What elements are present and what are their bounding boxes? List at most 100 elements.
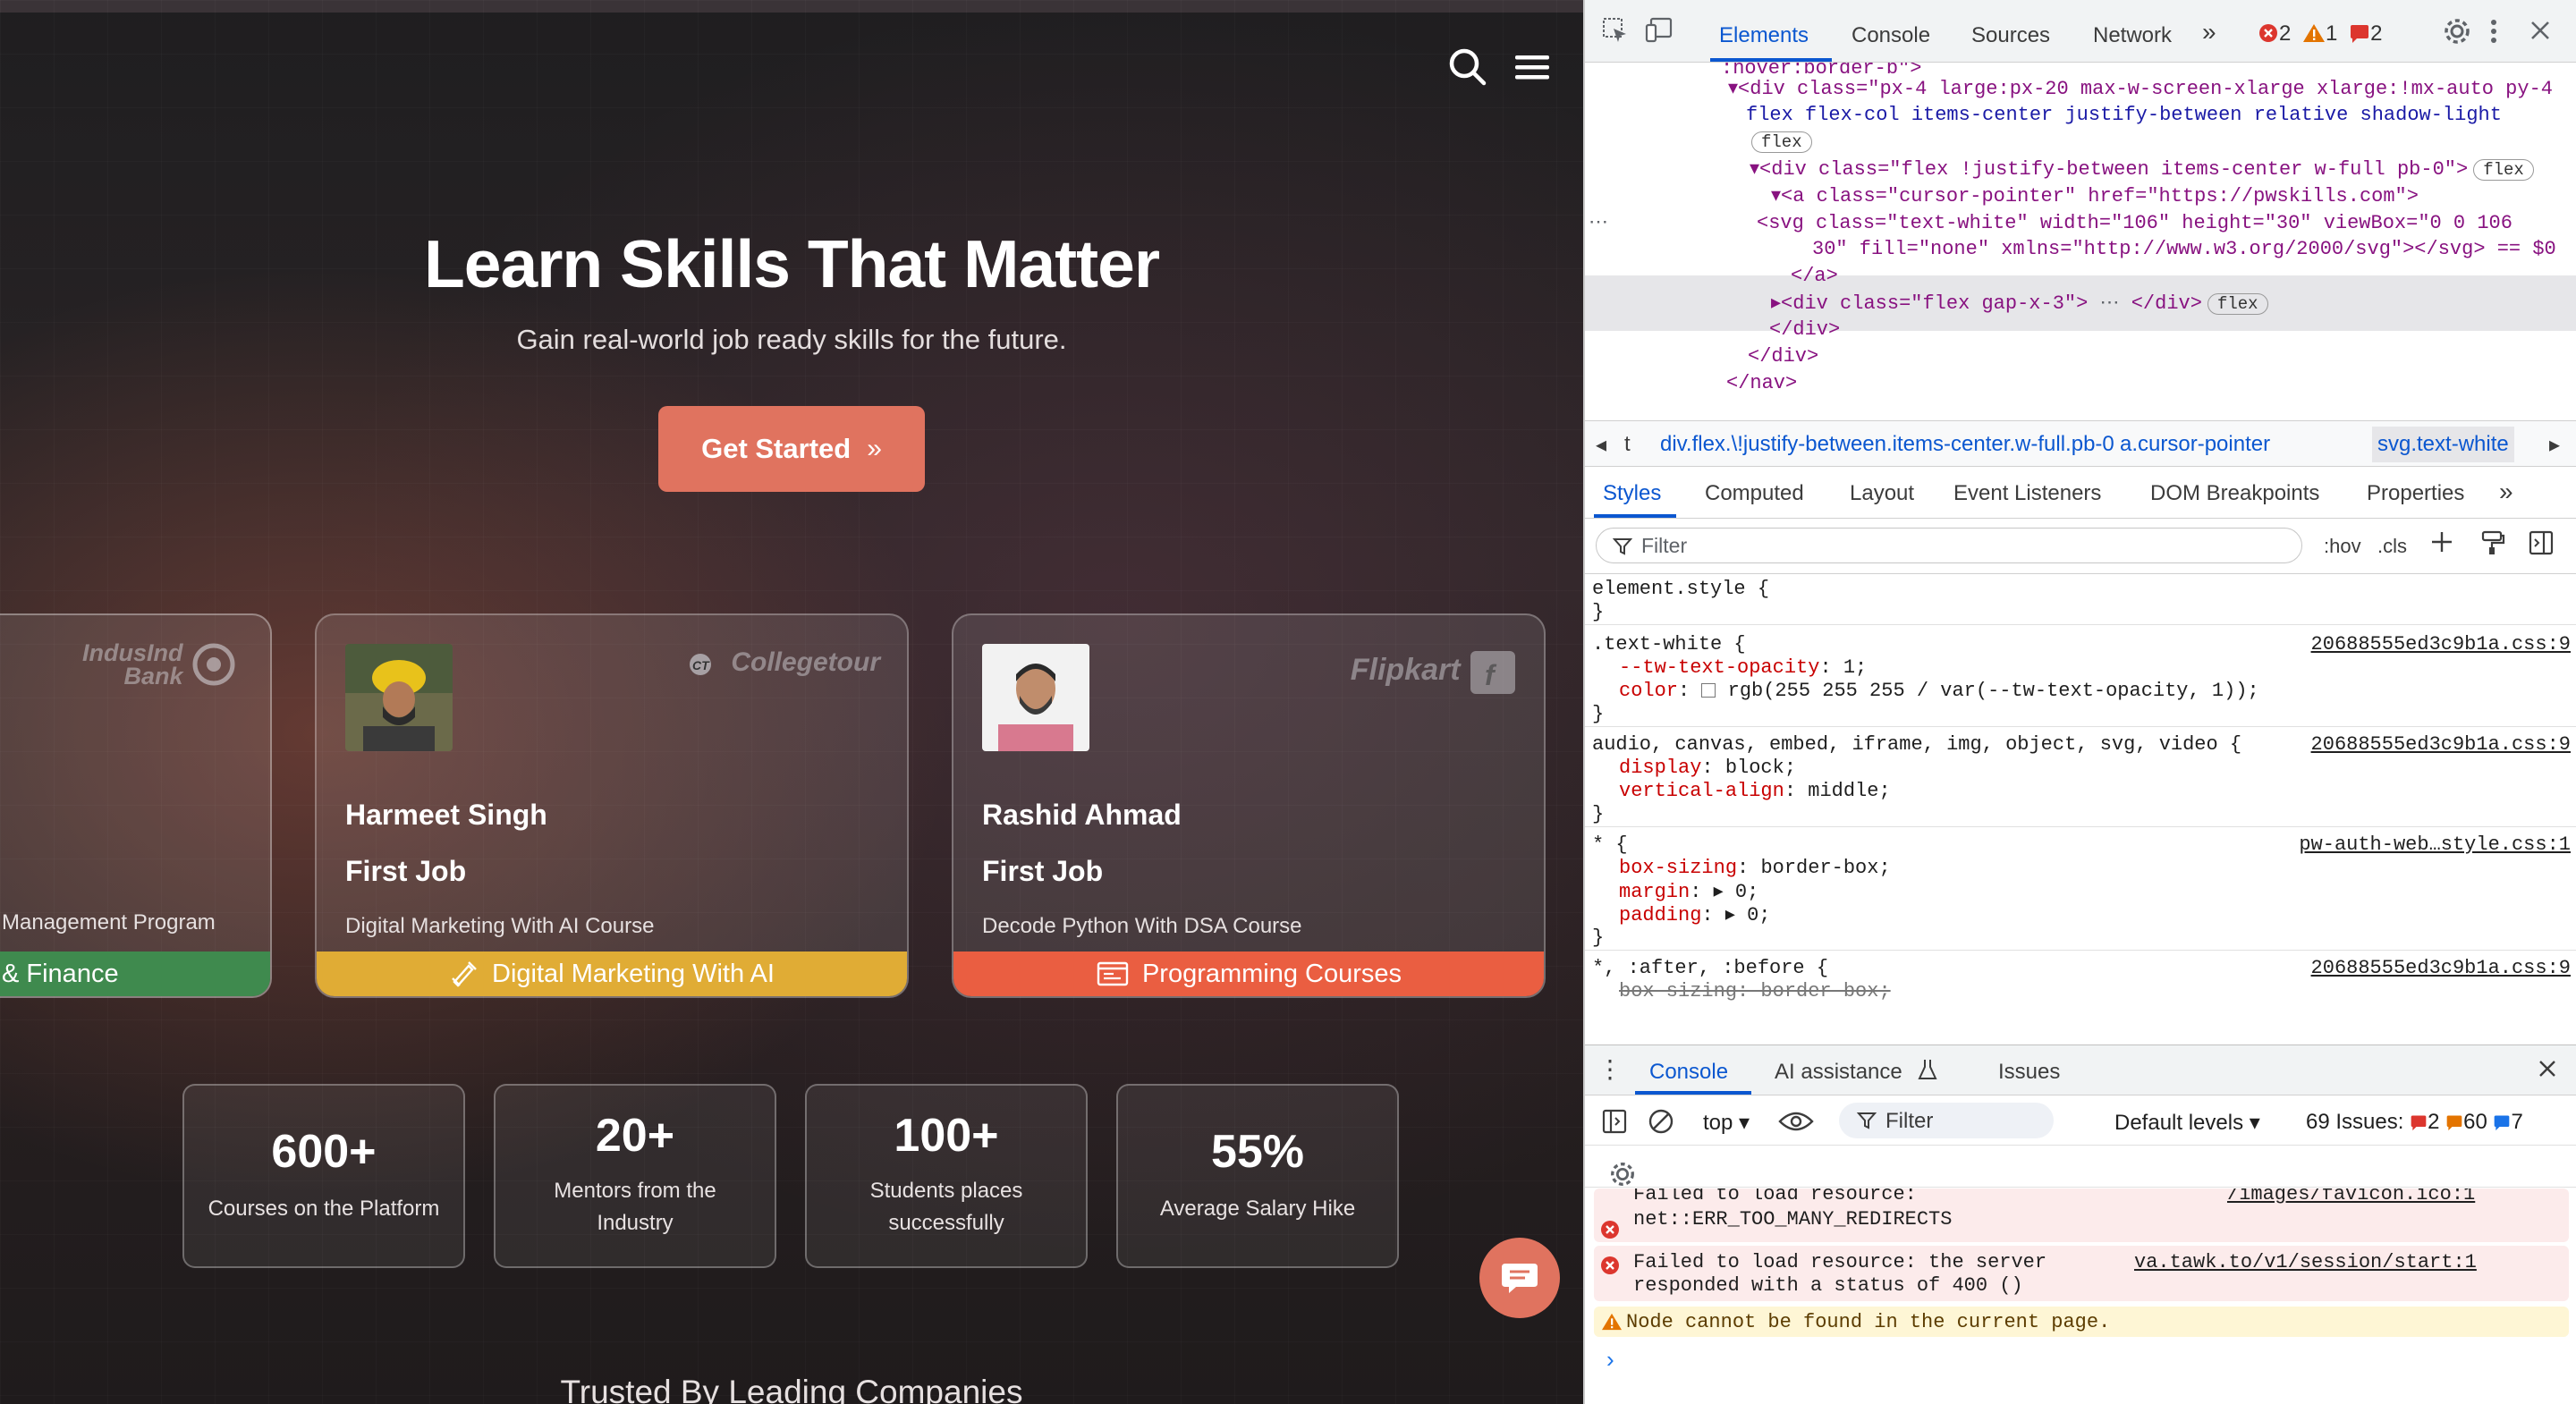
- error-count[interactable]: 2 1 2: [2258, 21, 2382, 47]
- subtab-properties[interactable]: Properties: [2367, 481, 2464, 506]
- more-tabs-icon[interactable]: »: [2202, 18, 2216, 47]
- dom-line[interactable]: </a>: [1791, 265, 1838, 287]
- tab-sources[interactable]: Sources: [1971, 23, 2050, 48]
- drawer-tab-issues[interactable]: Issues: [1998, 1060, 2060, 1085]
- dom-line-text: <div class="flex gap-x-3">: [1781, 292, 2089, 315]
- issues-counter[interactable]: 69 Issues: 2 60 7: [2306, 1110, 2523, 1135]
- stat-label: Mentors from the Industry: [554, 1179, 716, 1235]
- css-source-link[interactable]: 20688555ed3c9b1a.css:9: [2311, 633, 2571, 655]
- flipkart-logo: Flipkart f: [1351, 647, 1517, 696]
- styles-pane[interactable]: element.style { } .text-white { 20688555…: [1585, 574, 2576, 1043]
- category-band: & Finance: [0, 952, 270, 996]
- css-declaration[interactable]: --tw-text-opacity: 1;: [1619, 656, 1867, 679]
- search-icon[interactable]: [1445, 45, 1490, 89]
- log-levels-dropdown[interactable]: Default levels ▾: [2114, 1110, 2260, 1136]
- new-style-rule-icon[interactable]: [2429, 529, 2456, 561]
- context-selector[interactable]: top ▾: [1703, 1110, 1750, 1136]
- stat-label: Students places successfully: [869, 1179, 1023, 1235]
- dom-line[interactable]: ▾<div class="flex !justify-between items…: [1750, 157, 2534, 181]
- paint-roller-icon[interactable]: [2479, 529, 2506, 561]
- console-warning-message[interactable]: Node cannot be found in the current page…: [1594, 1307, 2569, 1337]
- subtab-dom-breakpoints[interactable]: DOM Breakpoints: [2150, 481, 2319, 506]
- flex-badge[interactable]: flex: [2473, 159, 2534, 181]
- tab-network[interactable]: Network: [2093, 23, 2172, 48]
- get-started-button[interactable]: Get Started »: [658, 406, 925, 492]
- console-divider: [1585, 1187, 2576, 1188]
- css-source-link[interactable]: 20688555ed3c9b1a.css:9: [2311, 957, 2571, 979]
- flex-badge[interactable]: flex: [2207, 293, 2268, 315]
- device-toolbar-icon[interactable]: [1644, 16, 1674, 51]
- css-declaration[interactable]: color: rgb(255 255 255 / var(--tw-text-o…: [1619, 680, 2259, 702]
- testimonial-card-rashid[interactable]: Flipkart f Rashid Ahmad First Job Decode…: [952, 613, 1546, 998]
- breadcrumb-scroll-left-icon[interactable]: ◂: [1596, 432, 1606, 458]
- css-declaration[interactable]: display: block;: [1619, 757, 1796, 779]
- drawer-menu-icon[interactable]: ⋮: [1597, 1054, 1623, 1084]
- breadcrumb-item[interactable]: a.cursor-pointer: [2120, 432, 2270, 457]
- breadcrumb-scroll-right-icon[interactable]: ▸: [2549, 432, 2560, 458]
- console-sidebar-icon[interactable]: [1601, 1108, 1628, 1141]
- warning-icon: [2303, 24, 2326, 42]
- subtab-styles[interactable]: Styles: [1603, 481, 1661, 506]
- chat-widget-button[interactable]: [1479, 1238, 1560, 1318]
- more-subtabs-icon[interactable]: »: [2499, 478, 2513, 506]
- drawer-tab-ai-assistance[interactable]: AI assistance: [1775, 1060, 1902, 1085]
- stat-number: 600+: [271, 1126, 377, 1178]
- breadcrumb-item-selected[interactable]: svg.text-white: [2372, 427, 2514, 462]
- close-drawer-icon[interactable]: [2537, 1058, 2558, 1086]
- css-declaration-overridden[interactable]: box-sizing: border-box;: [1619, 980, 1891, 1002]
- css-property: --tw-text-opacity: [1619, 656, 1820, 679]
- dom-line-selected[interactable]: ⋯ <svg class="text-white" width="106" hei…: [1585, 211, 2512, 234]
- css-selector[interactable]: * {: [1592, 833, 1628, 856]
- css-declaration[interactable]: vertical-align: middle;: [1619, 780, 1891, 802]
- breadcrumb-item[interactable]: t: [1624, 432, 1631, 457]
- clear-console-icon[interactable]: [1648, 1108, 1674, 1141]
- console-source-link[interactable]: va.tawk.to/v1/session/start:1: [2134, 1251, 2477, 1273]
- styles-filter-input[interactable]: Filter: [1596, 528, 2302, 563]
- css-declaration[interactable]: margin: ▸ 0;: [1619, 880, 1758, 903]
- hamburger-menu-icon[interactable]: [1510, 45, 1555, 89]
- kebab-menu-icon[interactable]: [2488, 16, 2499, 53]
- css-source-link[interactable]: pw-auth-web…style.css:1: [2299, 833, 2571, 856]
- dom-line[interactable]: ▾<div class="px-4 large:px-20 max-w-scre…: [1728, 77, 2553, 100]
- hover-state-toggle[interactable]: :hov: [2324, 535, 2361, 558]
- dom-line[interactable]: </div>: [1769, 318, 1840, 341]
- dom-line[interactable]: </nav>: [1726, 372, 1797, 394]
- testimonial-card-indusind[interactable]: IndusInd Bank Management Program & Financ…: [0, 613, 272, 998]
- css-selector[interactable]: audio, canvas, embed, iframe, img, objec…: [1592, 733, 2241, 756]
- dom-line[interactable]: </div>: [1748, 345, 1818, 368]
- dom-line[interactable]: flex flex-col items-center justify-betwe…: [1746, 104, 2502, 126]
- css-selector[interactable]: .text-white {: [1592, 633, 1746, 655]
- toggle-sidebar-icon[interactable]: [2528, 529, 2555, 561]
- console-source-link[interactable]: /images/favicon.ico:1: [2227, 1188, 2475, 1205]
- css-source-link[interactable]: 20688555ed3c9b1a.css:9: [2311, 733, 2571, 756]
- dom-line[interactable]: ▾<a class="cursor-pointer" href="https:/…: [1771, 184, 2419, 207]
- drawer-tab-console[interactable]: Console: [1649, 1060, 1728, 1085]
- css-selector[interactable]: *, :after, :before {: [1592, 957, 1828, 979]
- settings-gear-icon[interactable]: [2442, 16, 2472, 53]
- class-toggle[interactable]: .cls: [2377, 535, 2407, 558]
- get-started-label: Get Started: [701, 433, 852, 464]
- testimonial-card-harmeet[interactable]: CT Collegetour Harmeet Singh First Job D…: [315, 613, 909, 998]
- console-filter-input[interactable]: Filter: [1839, 1103, 2054, 1138]
- css-declaration[interactable]: box-sizing: border-box;: [1619, 857, 1891, 879]
- breadcrumb-item[interactable]: div.flex.\!justify-between.items-center.…: [1660, 432, 2114, 457]
- flex-badge[interactable]: flex: [1751, 131, 1812, 153]
- color-swatch[interactable]: [1701, 683, 1716, 698]
- dom-tree[interactable]: :hover:border-b"> ▾<div class="px-4 larg…: [1585, 63, 2576, 420]
- inspect-element-icon[interactable]: [1601, 16, 1630, 51]
- css-selector[interactable]: element.style {: [1592, 578, 1769, 600]
- console-error-message[interactable]: Failed to load resource: net::ERR_TOO_MA…: [1594, 1188, 2569, 1242]
- subtab-computed[interactable]: Computed: [1705, 481, 1804, 506]
- css-value: rgb(255 255 255 / var(--tw-text-opacity,…: [1727, 680, 2259, 702]
- close-devtools-icon[interactable]: [2528, 18, 2553, 49]
- css-brace: }: [1592, 703, 1605, 725]
- subtab-event-listeners[interactable]: Event Listeners: [1953, 481, 2101, 506]
- live-expression-eye-icon[interactable]: [1778, 1108, 1814, 1141]
- subtab-layout[interactable]: Layout: [1850, 481, 1914, 506]
- css-declaration[interactable]: padding: ▸ 0;: [1619, 903, 1770, 926]
- console-prompt[interactable]: ›: [1606, 1346, 1614, 1374]
- dom-line[interactable]: ▸<div class="flex gap-x-3"> ⋯ </div> flex: [1771, 292, 2268, 315]
- tab-console[interactable]: Console: [1852, 23, 1930, 48]
- tab-elements[interactable]: Elements: [1719, 23, 1809, 48]
- console-error-message[interactable]: Failed to load resource: the server resp…: [1594, 1246, 2569, 1301]
